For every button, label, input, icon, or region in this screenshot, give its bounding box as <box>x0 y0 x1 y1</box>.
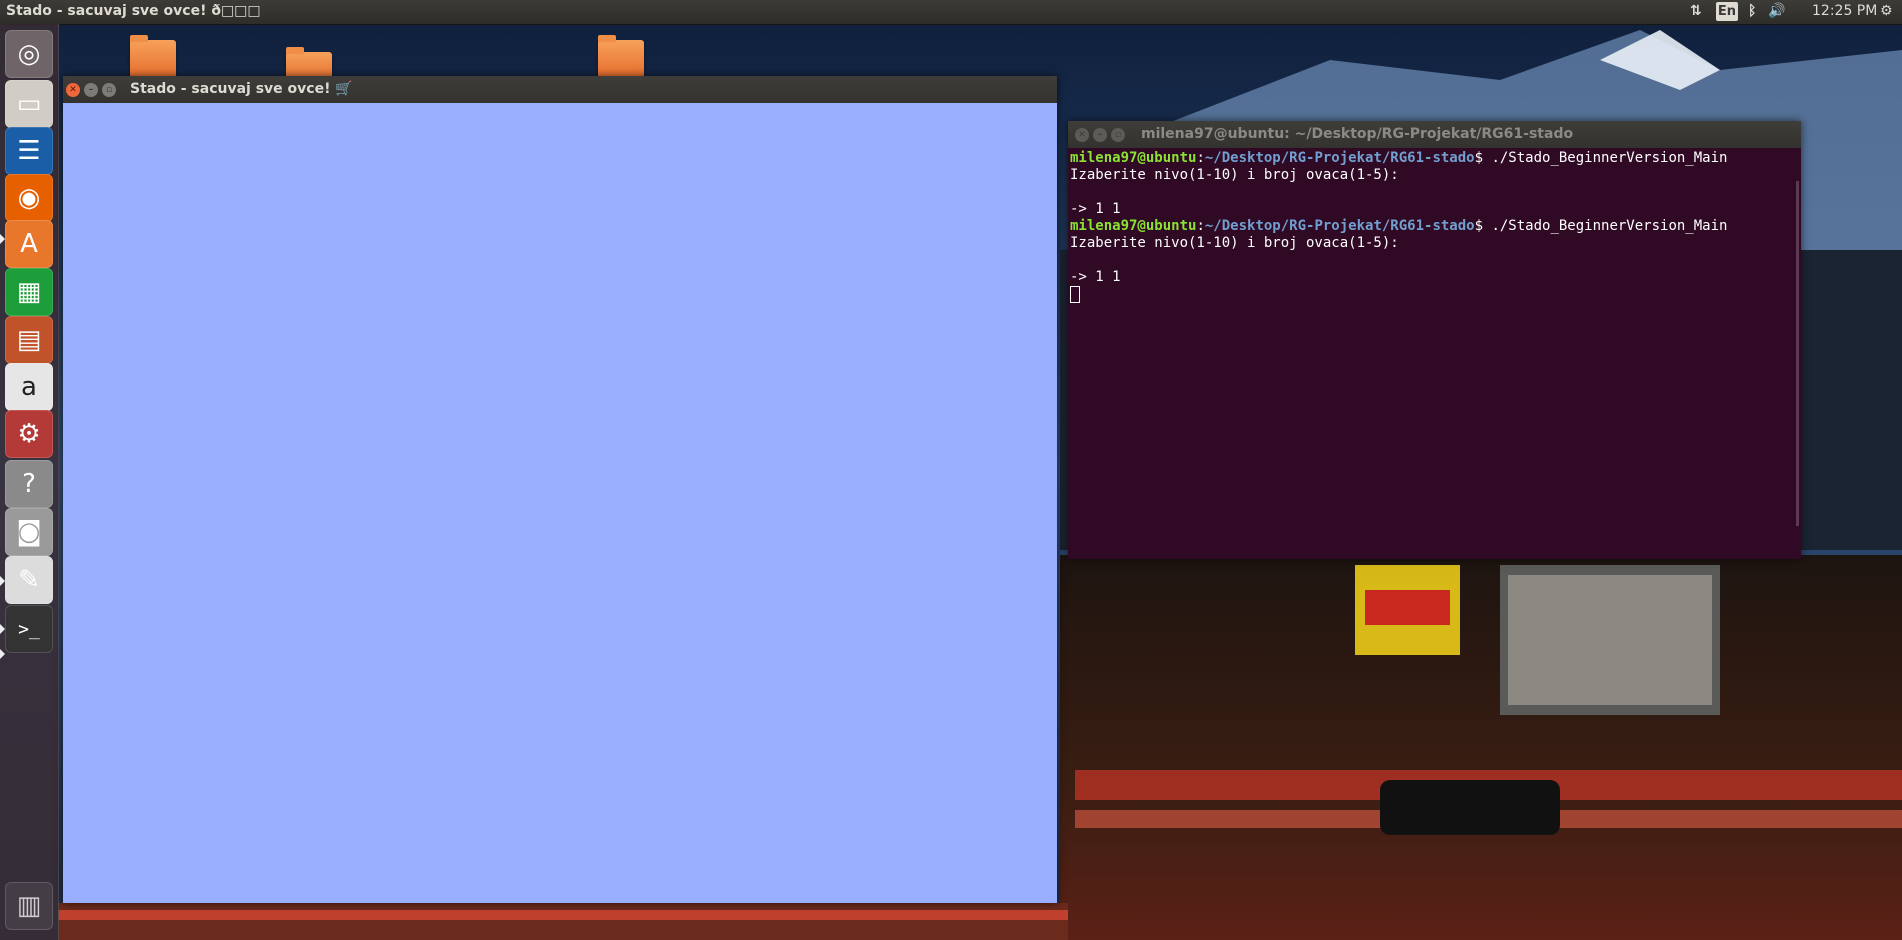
calc-icon[interactable]: ▦ <box>5 268 53 316</box>
text-editor-glyph: ✎ <box>18 565 40 595</box>
system-settings-icon[interactable]: ⚙ <box>5 410 53 458</box>
terminal-output[interactable]: milena97@ubuntu:~/Desktop/RG-Projekat/RG… <box>1068 148 1801 559</box>
network-arrows-icon[interactable]: ⇅ <box>1690 3 1702 19</box>
prompt-user: milena97@ubuntu <box>1070 218 1197 234</box>
impress-icon[interactable]: ▤ <box>5 316 53 364</box>
firefox-glyph: ◉ <box>17 183 41 213</box>
terminal-titlebar[interactable]: ✕ – ▫ milena97@ubuntu: ~/Desktop/RG-Proj… <box>1068 121 1801 148</box>
prompt-separator: : <box>1196 150 1205 166</box>
terminal-glyph: >_ <box>18 618 40 640</box>
terminal-window: ✕ – ▫ milena97@ubuntu: ~/Desktop/RG-Proj… <box>1068 121 1801 559</box>
writer-glyph: ☰ <box>17 136 41 166</box>
running-indicator <box>0 649 5 659</box>
minimize-icon[interactable]: – <box>84 83 98 97</box>
terminal-line: milena97@ubuntu:~/Desktop/RG-Projekat/RG… <box>1070 218 1799 235</box>
help-icon[interactable]: ? <box>5 460 53 508</box>
bluetooth-icon[interactable]: ᛒ <box>1748 3 1756 19</box>
gear-icon[interactable]: ⚙ <box>1880 3 1893 19</box>
trash-glyph: ▥ <box>16 891 42 921</box>
files-icon[interactable]: ▭ <box>5 80 53 128</box>
files-glyph: ▭ <box>16 89 42 119</box>
terminal-line: milena97@ubuntu:~/Desktop/RG-Projekat/RG… <box>1070 150 1799 167</box>
running-indicator <box>0 624 5 634</box>
prompt-command: $ ./Stado_BeginnerVersion_Main <box>1474 150 1728 166</box>
window-title: milena97@ubuntu: ~/Desktop/RG-Projekat/R… <box>1141 126 1574 142</box>
terminal-icon[interactable]: >_ <box>5 605 53 653</box>
close-icon[interactable]: ✕ <box>1075 128 1089 142</box>
running-indicator <box>0 234 5 244</box>
impress-glyph: ▤ <box>16 325 42 355</box>
amazon-icon[interactable]: a <box>5 363 53 411</box>
stado-titlebar[interactable]: ✕ – ▫ Stado - sacuvaj sve ovce! 🛒 <box>63 76 1057 103</box>
software-center-icon[interactable]: A <box>5 220 53 268</box>
camera-glyph: ◙ <box>16 517 42 547</box>
terminal-line: -> 1 1 <box>1070 201 1121 217</box>
close-icon[interactable]: ✕ <box>66 83 80 97</box>
running-indicator <box>0 576 5 586</box>
keyboard-layout-indicator[interactable]: En <box>1716 2 1738 21</box>
desktop-folder-icon[interactable] <box>598 35 644 78</box>
text-editor-icon[interactable]: ✎ <box>5 556 53 604</box>
system-settings-glyph: ⚙ <box>17 419 41 449</box>
ubuntu-dash-glyph: ◎ <box>17 39 41 69</box>
stado-window: ✕ – ▫ Stado - sacuvaj sve ovce! 🛒 <box>63 76 1057 903</box>
trash-icon[interactable]: ▥ <box>5 882 53 930</box>
clock[interactable]: 12:25 PM <box>1812 3 1877 19</box>
top-panel: Stado - sacuvaj sve ovce! ð□□□ ⇅ En ᛒ 🔊 … <box>0 0 1902 24</box>
writer-icon[interactable]: ☰ <box>5 127 53 175</box>
volume-icon[interactable]: 🔊 <box>1768 3 1785 19</box>
minimize-icon[interactable]: – <box>1093 128 1107 142</box>
software-center-glyph: A <box>20 229 38 259</box>
prompt-path: ~/Desktop/RG-Projekat/RG61-stado <box>1204 218 1475 234</box>
ubuntu-dash-icon[interactable]: ◎ <box>5 30 53 78</box>
terminal-line: -> 1 1 <box>1070 269 1121 285</box>
terminal-line: Izaberite nivo(1-10) i broj ovaca(1-5): <box>1070 167 1399 183</box>
active-window-title: Stado - sacuvaj sve ovce! ð□□□ <box>6 3 261 19</box>
prompt-user: milena97@ubuntu <box>1070 150 1197 166</box>
terminal-line: Izaberite nivo(1-10) i broj ovaca(1-5): <box>1070 235 1399 251</box>
window-title: Stado - sacuvaj sve ovce! 🛒 <box>130 81 353 97</box>
prompt-path: ~/Desktop/RG-Projekat/RG61-stado <box>1204 150 1475 166</box>
calc-glyph: ▦ <box>16 277 42 307</box>
camera-icon[interactable]: ◙ <box>5 508 53 556</box>
maximize-icon[interactable]: ▫ <box>1111 128 1125 142</box>
launcher: ◎ ▭ ☰ ◉ A ▦ ▤ a ⚙? ◙ ✎ >_ ▥ <box>0 24 59 940</box>
firefox-icon[interactable]: ◉ <box>5 174 53 222</box>
maximize-icon[interactable]: ▫ <box>102 83 116 97</box>
help-glyph: ? <box>22 469 36 499</box>
cursor <box>1070 286 1080 303</box>
prompt-separator: : <box>1196 218 1205 234</box>
game-canvas[interactable] <box>63 103 1057 903</box>
amazon-glyph: a <box>21 372 37 402</box>
desktop-folder-icon[interactable] <box>130 35 176 78</box>
prompt-command: $ ./Stado_BeginnerVersion_Main <box>1474 218 1728 234</box>
terminal-cursor-line <box>1070 286 1799 305</box>
terminal-scrollbar[interactable] <box>1796 181 1799 526</box>
